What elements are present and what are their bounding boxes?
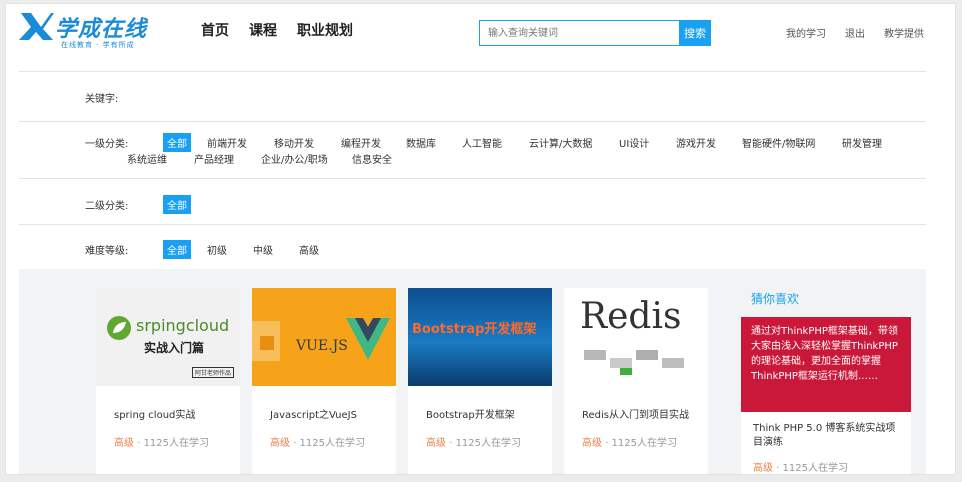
course-card[interactable]: VUE.JS Javascript之VueJS 高级 · 1125人在学习 bbox=[252, 288, 396, 474]
thumb-tag: 阿甘老师作品 bbox=[192, 367, 235, 378]
course-level: 高级 bbox=[753, 463, 773, 474]
vue-logo-icon bbox=[346, 318, 390, 360]
course-area: srpingcloud 实战入门篇 阿甘老师作品 spring cloud实战 … bbox=[19, 269, 926, 474]
category1-option[interactable]: UI设计 bbox=[619, 135, 649, 150]
servers-icon bbox=[584, 350, 684, 375]
keyword-label: 关键字: bbox=[85, 94, 119, 105]
category2-label: 二级分类: bbox=[85, 201, 129, 212]
guess-you-like: 猜你喜欢 通过对ThinkPHP框架基础，带领大家由浅入深轻松掌握ThinkPH… bbox=[741, 269, 923, 474]
course-thumbnail[interactable]: VUE.JS bbox=[252, 288, 396, 386]
thumb-subtext: 实战入门篇 bbox=[144, 341, 205, 355]
category1-option[interactable]: 企业/办公/职场 bbox=[261, 151, 328, 166]
logo-mark-icon bbox=[19, 13, 54, 40]
course-card[interactable]: Bootstrap开发框架 Bootstrap开发框架 高级 · 1125人在学… bbox=[408, 288, 552, 474]
course-title[interactable]: Javascript之VueJS bbox=[270, 406, 357, 421]
divider bbox=[19, 224, 926, 225]
course-level: 高级 bbox=[426, 438, 446, 449]
difficulty-option-advanced[interactable]: 高级 bbox=[299, 242, 319, 257]
thumb-text: Bootstrap开发框架 bbox=[412, 322, 537, 337]
course-learners: · 1125人在学习 bbox=[449, 438, 521, 449]
course-meta: 高级 · 1125人在学习 bbox=[582, 434, 677, 449]
my-learning-link[interactable]: 我的学习 bbox=[786, 25, 826, 40]
course-learners: · 1125人在学习 bbox=[605, 438, 677, 449]
category1-option[interactable]: 数据库 bbox=[406, 135, 436, 150]
category1-option[interactable]: 研发管理 bbox=[842, 135, 882, 150]
category2-option-all[interactable]: 全部 bbox=[163, 195, 191, 214]
divider bbox=[19, 121, 926, 122]
main-nav: 首页 课程 职业规划 bbox=[201, 20, 353, 40]
thumb-text: Redis bbox=[580, 296, 682, 337]
course-learners: · 1125人在学习 bbox=[776, 463, 848, 474]
course-learners: · 1125人在学习 bbox=[293, 438, 365, 449]
logo[interactable]: 学成在线 在线教育 · 学有所成 bbox=[19, 10, 159, 50]
difficulty-option-all[interactable]: 全部 bbox=[163, 240, 191, 259]
thumb-decor bbox=[260, 336, 274, 350]
user-nav: 我的学习 退出 教学提供 bbox=[786, 25, 924, 40]
category1-option[interactable]: 游戏开发 bbox=[676, 135, 716, 150]
logout-link[interactable]: 退出 bbox=[845, 25, 865, 40]
nav-home[interactable]: 首页 bbox=[201, 20, 229, 40]
course-card[interactable]: srpingcloud 实战入门篇 阿甘老师作品 spring cloud实战 … bbox=[96, 288, 240, 474]
course-thumbnail[interactable]: Bootstrap开发框架 bbox=[408, 288, 552, 386]
search-input[interactable] bbox=[479, 20, 679, 46]
category1-label: 一级分类: bbox=[85, 139, 129, 150]
course-thumbnail[interactable]: Redis bbox=[564, 288, 708, 386]
thumb-text: srpingcloud bbox=[136, 316, 230, 335]
course-card[interactable]: Redis Redis从入门到项目实战 高级 · 1125人在学习 bbox=[564, 288, 708, 474]
category1-option[interactable]: 前端开发 bbox=[207, 135, 247, 150]
page: 学成在线 在线教育 · 学有所成 首页 课程 职业规划 搜索 我的学习 退出 教… bbox=[5, 3, 956, 475]
course-thumbnail[interactable]: srpingcloud 实战入门篇 阿甘老师作品 bbox=[96, 288, 240, 386]
category1-option[interactable]: 产品经理 bbox=[194, 151, 234, 166]
course-meta: 高级 · 1125人在学习 bbox=[114, 434, 209, 449]
course-learners: · 1125人在学习 bbox=[137, 438, 209, 449]
teaching-link[interactable]: 教学提供 bbox=[884, 25, 924, 40]
search-button[interactable]: 搜索 bbox=[679, 20, 711, 46]
leaf-icon bbox=[107, 316, 131, 340]
category1-option-all[interactable]: 全部 bbox=[163, 133, 191, 152]
logo-slogan: 在线教育 · 学有所成 bbox=[61, 41, 135, 49]
difficulty-option-intermediate[interactable]: 中级 bbox=[253, 242, 273, 257]
nav-career[interactable]: 职业规划 bbox=[297, 20, 353, 40]
thumb-text: VUE.JS bbox=[296, 338, 348, 354]
course-meta: 高级 · 1125人在学习 bbox=[426, 434, 521, 449]
category1-option[interactable]: 智能硬件/物联网 bbox=[742, 135, 815, 150]
course-level: 高级 bbox=[270, 438, 290, 449]
course-level: 高级 bbox=[114, 438, 134, 449]
divider bbox=[19, 178, 926, 179]
guess-banner[interactable]: 通过对ThinkPHP框架基础，带领大家由浅入深轻松掌握ThinkPHP的理论基… bbox=[741, 317, 911, 412]
course-title[interactable]: spring cloud实战 bbox=[114, 406, 195, 421]
category1-option[interactable]: 系统运维 bbox=[127, 151, 167, 166]
guess-course-card[interactable]: Think PHP 5.0 博客系统实战项目演练 高级 · 1125人在学习 bbox=[741, 412, 911, 474]
category1-option[interactable]: 人工智能 bbox=[462, 135, 502, 150]
category1-option[interactable]: 编程开发 bbox=[341, 135, 381, 150]
guess-course-meta: 高级 · 1125人在学习 bbox=[753, 459, 848, 474]
guess-course-title[interactable]: Think PHP 5.0 博客系统实战项目演练 bbox=[753, 422, 903, 450]
difficulty-label: 难度等级: bbox=[85, 246, 129, 257]
logo-text: 学成在线 bbox=[55, 17, 148, 42]
category1-option[interactable]: 信息安全 bbox=[352, 151, 392, 166]
category1-option[interactable]: 云计算/大数据 bbox=[529, 135, 592, 150]
divider bbox=[19, 71, 926, 72]
category1-option[interactable]: 移动开发 bbox=[274, 135, 314, 150]
search-bar: 搜索 bbox=[479, 20, 711, 46]
difficulty-option-beginner[interactable]: 初级 bbox=[207, 242, 227, 257]
course-title[interactable]: Bootstrap开发框架 bbox=[426, 406, 515, 421]
course-meta: 高级 · 1125人在学习 bbox=[270, 434, 365, 449]
nav-courses[interactable]: 课程 bbox=[249, 20, 277, 40]
course-level: 高级 bbox=[582, 438, 602, 449]
course-title[interactable]: Redis从入门到项目实战 bbox=[582, 406, 689, 421]
guess-title: 猜你喜欢 bbox=[751, 292, 800, 306]
